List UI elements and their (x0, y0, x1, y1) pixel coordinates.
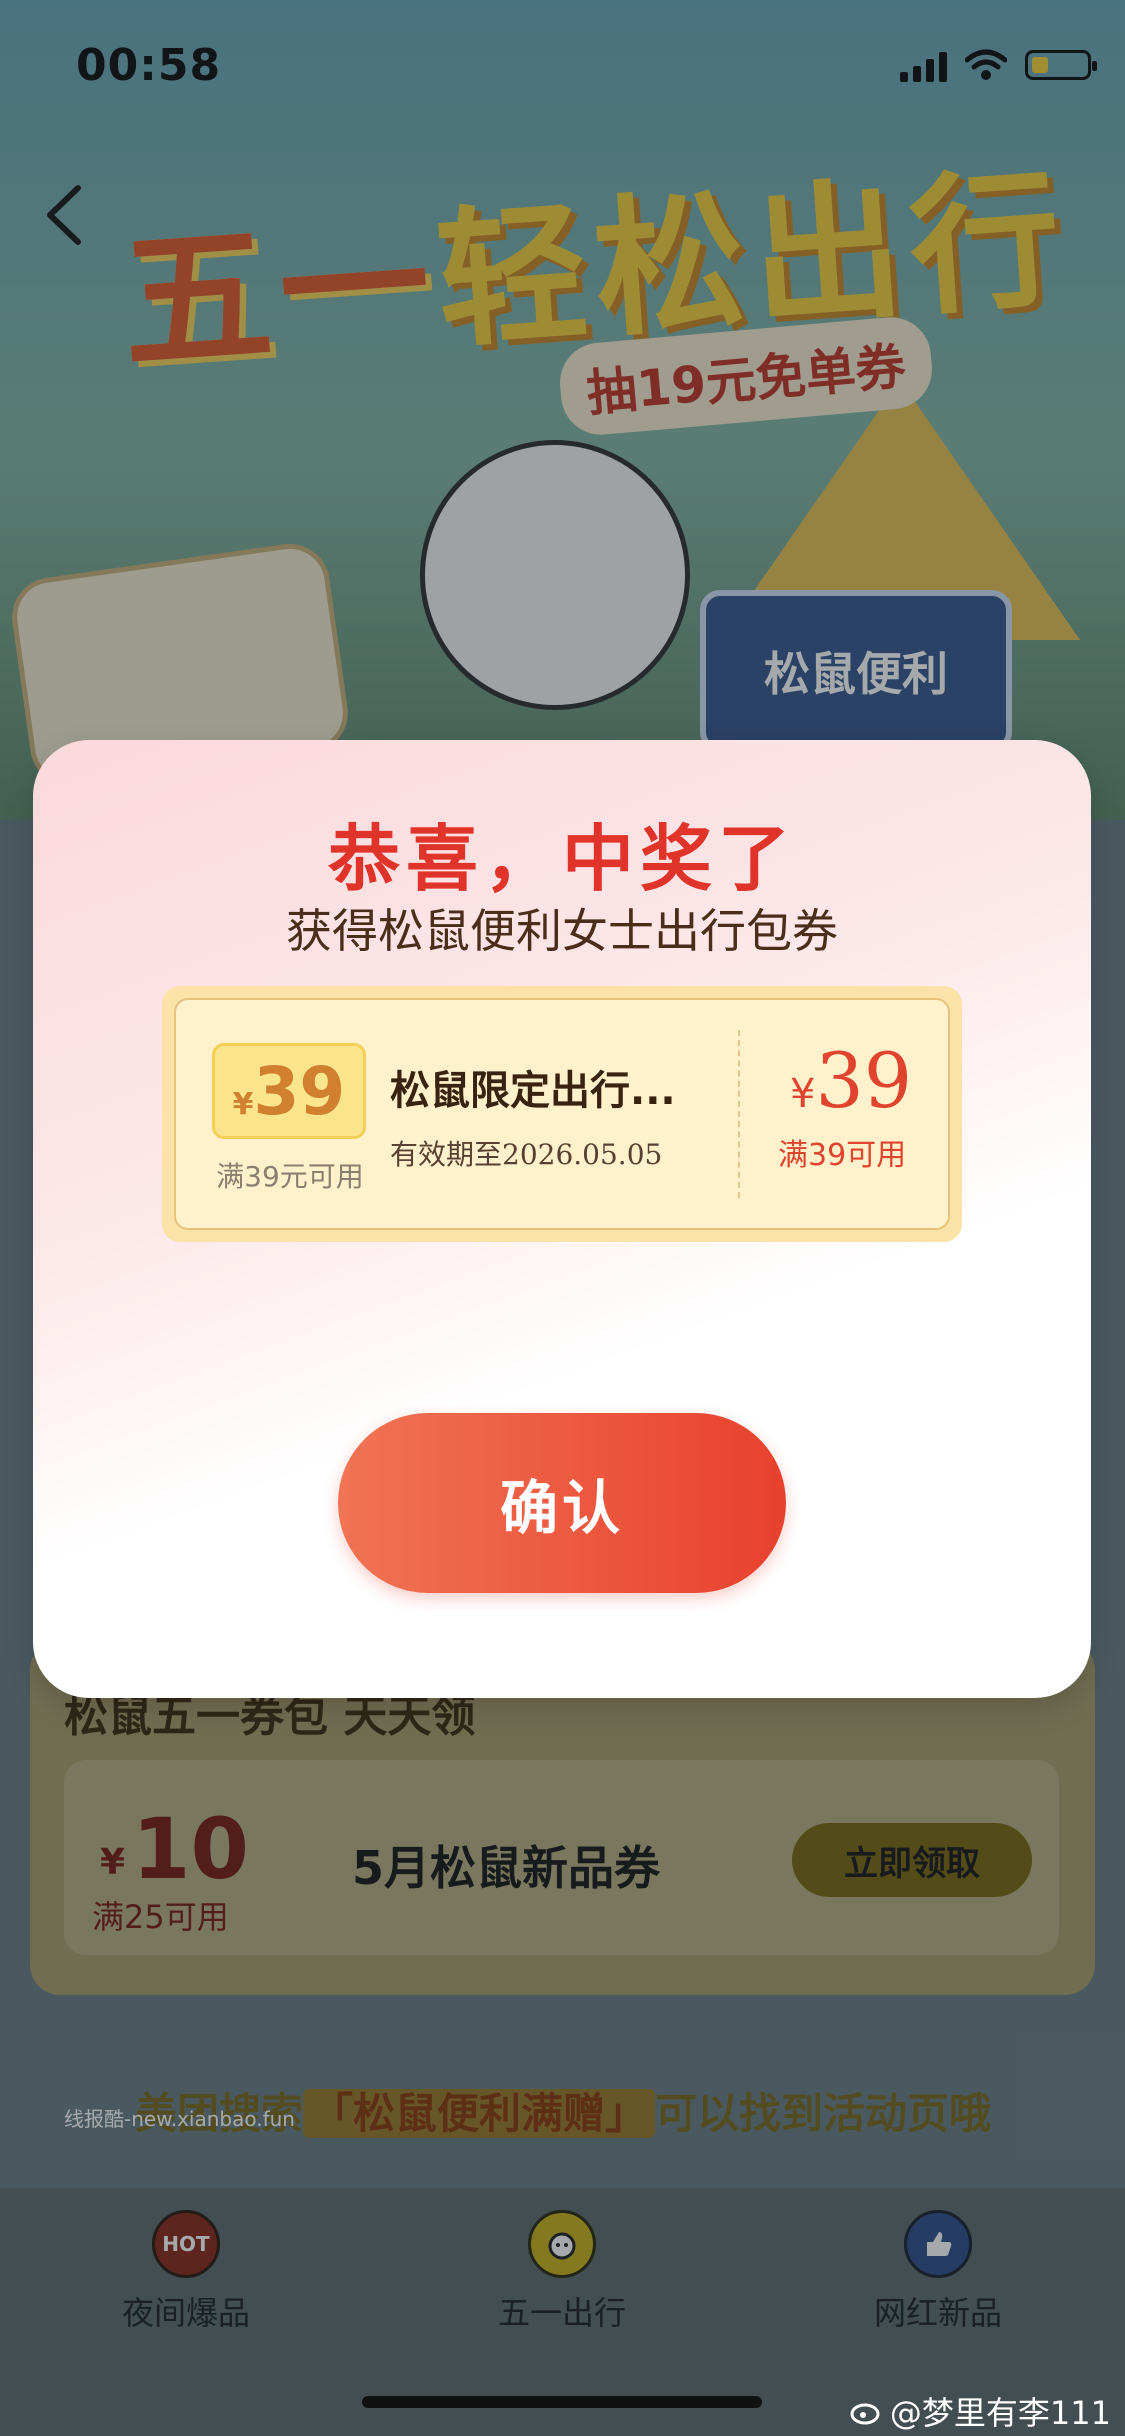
ticket-icon: ¥39 (212, 1043, 366, 1139)
prize-amount-value: 39 (815, 1036, 913, 1125)
ticket-amount: 39 (253, 1053, 346, 1130)
modal-subtitle: 获得松鼠便利女士出行包券 (286, 904, 838, 958)
weibo-watermark: @梦里有李111 (850, 2388, 1111, 2434)
prize-condition: 满39可用 (778, 1138, 907, 1173)
weibo-handle: @梦里有李111 (889, 2394, 1111, 2432)
prize-currency: ¥ (790, 1071, 816, 1117)
coupon-divider (738, 1030, 740, 1198)
prize-amount: ¥39 (790, 1036, 912, 1125)
home-indicator[interactable] (362, 2396, 762, 2408)
modal-title: 恭喜，中奖了 (327, 817, 796, 901)
prize-name: 松鼠限定出行... (390, 1068, 676, 1114)
prize-expiry: 有效期至2026.05.05 (390, 1138, 663, 1171)
confirm-button[interactable]: 确认 (338, 1413, 786, 1593)
weibo-icon (850, 2403, 880, 2425)
ticket-currency: ¥ (232, 1087, 254, 1122)
ticket-condition: 满39元可用 (216, 1160, 364, 1193)
